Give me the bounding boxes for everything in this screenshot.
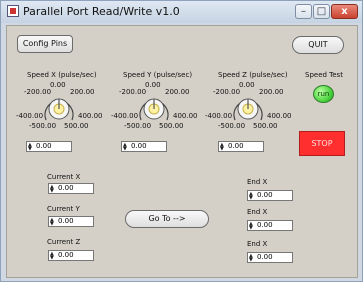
spin-arrows-icon[interactable]: ▲ ▼	[249, 192, 255, 201]
app-window: Parallel Port Read/Write v1.0 – □ x Conf…	[0, 0, 363, 282]
speed-z-value: 0.00	[228, 142, 244, 150]
speed-y-tick-0: 0.00	[145, 81, 161, 89]
speed-z-knob-group: 0.00 -200.00 200.00 -400.00 400.00 -500.…	[205, 81, 292, 137]
goto-button[interactable]: Go To -->	[125, 210, 209, 228]
spin-arrows-icon[interactable]: ▲ ▼	[123, 143, 129, 152]
window-title: Parallel Port Read/Write v1.0	[23, 5, 180, 18]
speed-x-value: 0.00	[36, 142, 52, 150]
app-icon	[7, 5, 19, 17]
speed-y-tick-m400: -400.00	[111, 112, 139, 120]
spin-arrows-icon[interactable]: ▲ ▼	[50, 218, 56, 227]
speed-y-knob[interactable]	[135, 90, 173, 126]
speed-x-knob[interactable]	[40, 90, 78, 126]
speed-x-tick-400: 400.00	[78, 112, 103, 120]
speed-y-tick-400: 400.00	[173, 112, 198, 120]
spin-arrows-icon[interactable]: ▲ ▼	[28, 143, 34, 152]
end-value-2: 0.00	[257, 221, 273, 229]
spin-arrows-icon[interactable]: ▲ ▼	[220, 143, 226, 152]
end-value-3: 0.00	[257, 253, 273, 261]
current-y-value: 0.00	[58, 217, 74, 225]
current-z-value: 0.00	[58, 251, 74, 259]
end-input-3[interactable]: ▲ ▼ 0.00	[247, 252, 293, 263]
current-z-label: Current Z	[47, 238, 81, 246]
current-x-input[interactable]: ▲ ▼ 0.00	[48, 183, 94, 194]
speed-y-input[interactable]: ▲ ▼ 0.00	[121, 141, 167, 152]
current-y-label: Current Y	[47, 205, 80, 213]
speed-test-label: Speed Test	[305, 71, 343, 79]
speed-z-tick-400: 400.00	[267, 112, 292, 120]
end-label-3: End X	[247, 240, 268, 248]
speed-z-knob[interactable]	[229, 90, 267, 126]
speed-x-knob-group: 0.00 -200.00 200.00 -400.00 400.00 -500.…	[16, 81, 103, 137]
speed-x-tick-0: 0.00	[50, 81, 66, 89]
current-x-label: Current X	[47, 173, 81, 181]
current-y-input[interactable]: ▲ ▼ 0.00	[48, 216, 94, 227]
close-button[interactable]: x	[331, 4, 358, 19]
spin-arrows-icon[interactable]: ▲ ▼	[50, 252, 56, 261]
speed-z-label: Speed Z (pulse/sec)	[218, 71, 288, 79]
title-bar: Parallel Port Read/Write v1.0 – □ x	[1, 1, 362, 23]
speed-z-tick-m400: -400.00	[205, 112, 233, 120]
front-panel: Config Pins QUIT Speed X (pulse/sec) 0.0…	[6, 25, 358, 278]
end-input-2[interactable]: ▲ ▼ 0.00	[247, 220, 293, 231]
stop-button[interactable]: STOP	[299, 131, 345, 156]
current-z-input[interactable]: ▲ ▼ 0.00	[48, 250, 94, 261]
config-pins-button[interactable]: Config Pins	[17, 35, 73, 53]
speed-x-input[interactable]: ▲ ▼ 0.00	[26, 141, 72, 152]
speed-y-value: 0.00	[131, 142, 147, 150]
speed-z-input[interactable]: ▲ ▼ 0.00	[218, 141, 264, 152]
speed-y-label: Speed Y (pulse/sec)	[123, 71, 193, 79]
run-indicator-led[interactable]: run	[313, 85, 334, 103]
spin-arrows-icon[interactable]: ▲ ▼	[249, 222, 255, 231]
maximize-button[interactable]: □	[313, 4, 330, 19]
speed-z-tick-0: 0.00	[239, 81, 255, 89]
spin-arrows-icon[interactable]: ▲ ▼	[249, 254, 255, 263]
quit-button[interactable]: QUIT	[292, 36, 344, 54]
end-label-1: End X	[247, 178, 268, 186]
spin-arrows-icon[interactable]: ▲ ▼	[50, 185, 56, 194]
end-input-1[interactable]: ▲ ▼ 0.00	[247, 190, 293, 201]
speed-x-label: Speed X (pulse/sec)	[27, 71, 97, 79]
speed-x-tick-m400: -400.00	[16, 112, 44, 120]
current-x-value: 0.00	[58, 184, 74, 192]
minimize-button[interactable]: –	[295, 4, 312, 19]
end-label-2: End X	[247, 208, 268, 216]
speed-y-knob-group: 0.00 -200.00 200.00 -400.00 400.00 -500.…	[111, 81, 198, 137]
end-value-1: 0.00	[257, 191, 273, 199]
